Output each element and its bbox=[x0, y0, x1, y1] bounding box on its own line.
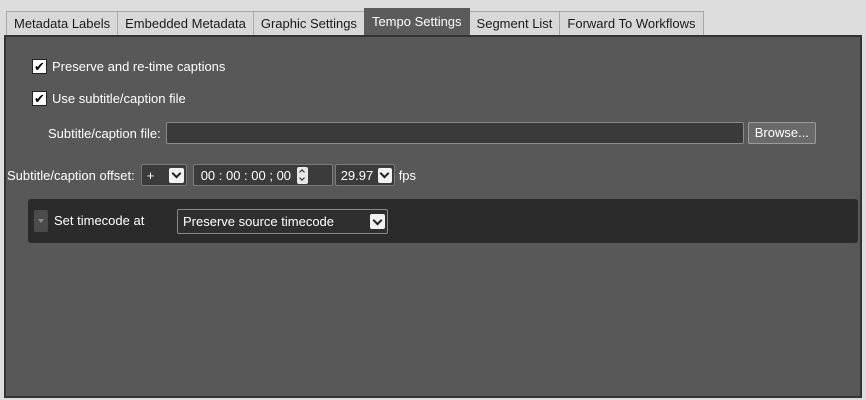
tab-graphic-settings[interactable]: Graphic Settings bbox=[252, 11, 365, 35]
timecode-spinner-icon[interactable] bbox=[297, 166, 309, 184]
set-timecode-label: Set timecode at bbox=[54, 213, 145, 228]
preserve-captions-row: ✔ Preserve and re-time captions bbox=[32, 59, 225, 74]
chevron-down-icon[interactable] bbox=[370, 214, 385, 229]
timecode-offset-value: 00 : 00 : 00 ; 00 bbox=[200, 167, 292, 183]
use-caption-file-label: Use subtitle/caption file bbox=[52, 91, 186, 106]
tempo-settings-panel: ✔ Preserve and re-time captions ✔ Use su… bbox=[4, 35, 862, 398]
preserve-captions-label: Preserve and re-time captions bbox=[52, 59, 226, 74]
caption-file-row: Subtitle/caption file: Browse... bbox=[48, 122, 816, 144]
caption-offset-label: Subtitle/caption offset: bbox=[7, 167, 135, 183]
caption-offset-row: Subtitle/caption offset: + 00 : 00 : 00 … bbox=[7, 164, 416, 186]
timecode-mode-value: Preserve source timecode bbox=[183, 214, 335, 229]
preserve-captions-checkbox[interactable]: ✔ bbox=[32, 59, 47, 74]
set-timecode-section: Set timecode at Preserve source timecode bbox=[28, 199, 858, 243]
fps-unit-label: fps bbox=[398, 167, 417, 183]
offset-sign-value: + bbox=[146, 167, 155, 183]
chevron-down-icon[interactable] bbox=[378, 167, 392, 183]
browse-button[interactable]: Browse... bbox=[747, 122, 816, 144]
tab-embedded-metadata[interactable]: Embedded Metadata bbox=[117, 11, 254, 35]
timecode-mode-select[interactable]: Preserve source timecode bbox=[177, 209, 388, 234]
timecode-offset-input[interactable]: 00 : 00 : 00 ; 00 bbox=[192, 164, 333, 186]
chevron-down-icon[interactable] bbox=[168, 167, 184, 183]
use-caption-file-checkbox[interactable]: ✔ bbox=[32, 91, 47, 106]
collapse-arrow-icon bbox=[38, 219, 44, 223]
tab-metadata-labels[interactable]: Metadata Labels bbox=[6, 11, 119, 35]
section-collapse-button[interactable] bbox=[34, 210, 48, 232]
caption-file-label: Subtitle/caption file: bbox=[48, 125, 161, 141]
tab-segment-list[interactable]: Segment List bbox=[468, 11, 561, 35]
caption-file-input[interactable] bbox=[165, 122, 744, 144]
tab-forward-to-workflows[interactable]: Forward To Workflows bbox=[559, 11, 704, 35]
fps-value: 29.97 bbox=[340, 167, 374, 183]
tab-tempo-settings[interactable]: Tempo Settings bbox=[363, 8, 470, 35]
use-caption-file-row: ✔ Use subtitle/caption file bbox=[32, 91, 186, 106]
tab-bar: Metadata Labels Embedded Metadata Graphi… bbox=[6, 8, 704, 35]
fps-select[interactable]: 29.97 bbox=[334, 164, 395, 186]
offset-sign-select[interactable]: + bbox=[140, 164, 187, 186]
